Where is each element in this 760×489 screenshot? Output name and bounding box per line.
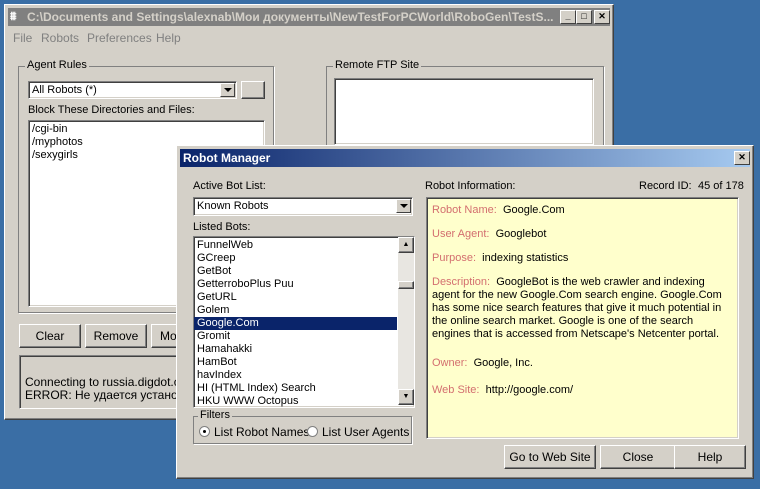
radio-robot-names-label[interactable]: List Robot Names bbox=[214, 425, 309, 439]
block-label: Block These Directories and Files: bbox=[28, 104, 195, 116]
radio-user-agents[interactable] bbox=[307, 426, 318, 437]
listed-bots-list[interactable]: FunnelWeb GCreep GetBot GetterroboPlus P… bbox=[193, 236, 415, 408]
list-item-selected[interactable]: Google.Com bbox=[194, 317, 397, 330]
dialog-close-icon[interactable]: ✕ bbox=[734, 151, 750, 165]
remote-ftp-list[interactable] bbox=[334, 78, 594, 145]
info-owner: Owner: Google, Inc. bbox=[432, 357, 732, 370]
status-line: ERROR: Не удается установи bbox=[25, 388, 191, 402]
list-item[interactable]: GetBot bbox=[194, 265, 397, 278]
app-icon[interactable]: ⩩ bbox=[10, 9, 24, 23]
maximize-button[interactable]: □ bbox=[576, 10, 592, 24]
list-item[interactable]: Gromit bbox=[194, 330, 397, 343]
agent-extra-button[interactable] bbox=[241, 81, 265, 99]
scrollbar[interactable]: ▲ ▼ bbox=[398, 237, 414, 405]
description-label: Description: bbox=[432, 276, 491, 288]
list-item[interactable]: Hamahakki bbox=[194, 343, 397, 356]
purpose-label: Purpose: bbox=[432, 252, 477, 264]
active-bot-list-label: Active Bot List: bbox=[193, 180, 266, 192]
list-item[interactable]: /cgi-bin bbox=[29, 123, 264, 136]
help-button[interactable]: Help bbox=[674, 445, 746, 469]
user-agent-value: Googlebot bbox=[495, 228, 547, 240]
agent-select-value: All Robots (*) bbox=[32, 84, 97, 96]
radio-user-agents-label[interactable]: List User Agents bbox=[322, 425, 409, 439]
dialog-title: Robot Manager bbox=[183, 151, 271, 165]
list-item[interactable]: Golem bbox=[194, 304, 397, 317]
menu-file[interactable]: File bbox=[13, 31, 32, 45]
scroll-up-button[interactable]: ▲ bbox=[398, 237, 414, 253]
radio-robot-names[interactable] bbox=[199, 426, 210, 437]
filters-label: Filters bbox=[198, 409, 232, 421]
chevron-down-icon[interactable] bbox=[396, 199, 411, 213]
record-id-label: Record ID: bbox=[639, 180, 692, 192]
menu-preferences[interactable]: Preferences bbox=[87, 31, 152, 45]
menu-help[interactable]: Help bbox=[156, 31, 181, 45]
status-line: Connecting to russia.digdot.com bbox=[25, 375, 197, 389]
info-description: Description: GoogleBot is the web crawle… bbox=[432, 276, 732, 341]
active-bot-list-select[interactable]: Known Robots bbox=[193, 197, 413, 216]
list-item[interactable]: HamBot bbox=[194, 356, 397, 369]
go-to-web-site-button[interactable]: Go to Web Site bbox=[504, 445, 596, 469]
purpose-value: indexing statistics bbox=[482, 252, 569, 264]
status-panel: Connecting to russia.digdot.com ERROR: Н… bbox=[19, 355, 201, 409]
list-item[interactable]: FunnelWeb bbox=[194, 239, 397, 252]
active-bot-list-value: Known Robots bbox=[197, 200, 269, 212]
clear-button[interactable]: Clear bbox=[19, 324, 81, 348]
list-item[interactable]: GetterroboPlus Puu bbox=[194, 278, 397, 291]
main-window-title: C:\Documents and Settings\alexnab\Мои до… bbox=[27, 10, 554, 24]
user-agent-label: User Agent: bbox=[432, 228, 490, 240]
remove-button[interactable]: Remove bbox=[85, 324, 147, 348]
owner-label: Owner: bbox=[432, 357, 468, 369]
close-dialog-button[interactable]: Close bbox=[600, 445, 676, 469]
robot-manager-dialog: Robot Manager ✕ Active Bot List: Known R… bbox=[176, 145, 754, 479]
info-purpose: Purpose: indexing statistics bbox=[432, 252, 732, 265]
list-item[interactable]: GetURL bbox=[194, 291, 397, 304]
robot-info-label: Robot Information: bbox=[425, 180, 516, 192]
record-id-value: 45 of 178 bbox=[698, 180, 744, 192]
robot-info-panel[interactable]: Robot Name: Google.Com User Agent: Googl… bbox=[426, 197, 739, 439]
web-site-label: Web Site: bbox=[432, 384, 480, 396]
list-item[interactable]: HKU WWW Octopus bbox=[194, 395, 397, 407]
chevron-down-icon[interactable] bbox=[220, 83, 235, 97]
remote-ftp-label: Remote FTP Site bbox=[333, 59, 422, 71]
scroll-thumb[interactable] bbox=[398, 281, 414, 289]
menu-bar: File Robots Preferences Help bbox=[8, 29, 608, 47]
info-user-agent: User Agent: Googlebot bbox=[432, 228, 732, 241]
robot-name-label: Robot Name: bbox=[432, 204, 497, 216]
scroll-down-button[interactable]: ▼ bbox=[398, 389, 414, 405]
main-titlebar[interactable]: ⩩ C:\Documents and Settings\alexnab\Мои … bbox=[8, 8, 610, 26]
dialog-titlebar[interactable]: Robot Manager ✕ bbox=[180, 149, 750, 167]
list-item[interactable]: havIndex bbox=[194, 369, 397, 382]
robot-name-value: Google.Com bbox=[502, 204, 565, 216]
minimize-button[interactable]: _ bbox=[560, 10, 576, 24]
web-site-value: http://google.com/ bbox=[485, 384, 574, 396]
menu-robots[interactable]: Robots bbox=[41, 31, 79, 45]
owner-value: Google, Inc. bbox=[473, 357, 533, 369]
close-button[interactable]: ✕ bbox=[594, 10, 610, 24]
agent-rules-label: Agent Rules bbox=[25, 59, 89, 71]
info-robot-name: Robot Name: Google.Com bbox=[432, 204, 732, 217]
list-item[interactable]: HI (HTML Index) Search bbox=[194, 382, 397, 395]
agent-select[interactable]: All Robots (*) bbox=[28, 81, 237, 99]
listed-bots-label: Listed Bots: bbox=[193, 221, 251, 233]
info-web-site: Web Site: http://google.com/ bbox=[432, 384, 732, 397]
list-item[interactable]: GCreep bbox=[194, 252, 397, 265]
